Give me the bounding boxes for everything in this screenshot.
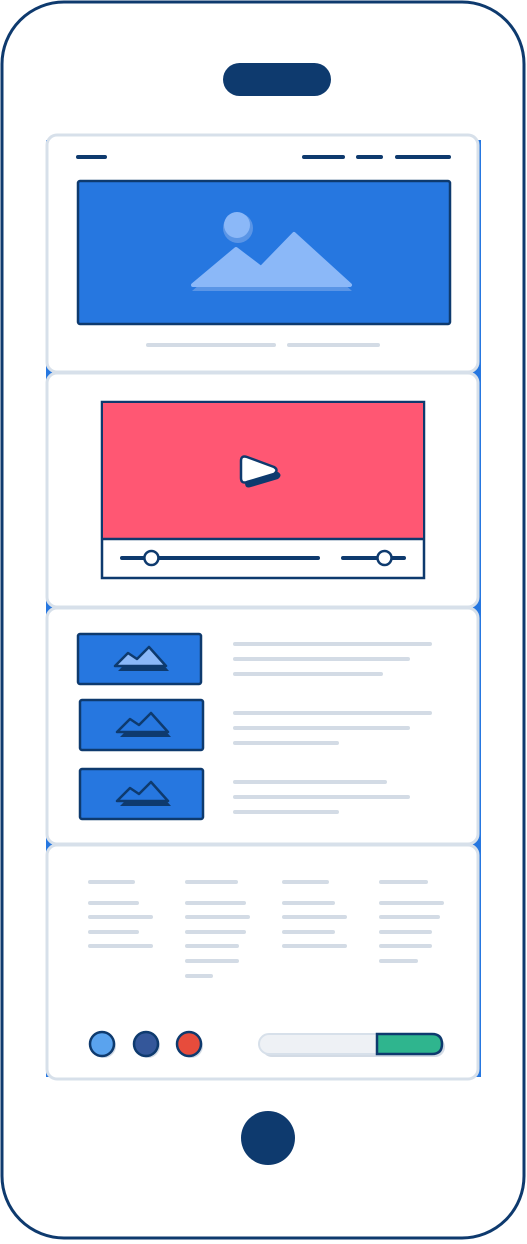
video-panel [45, 371, 480, 609]
hero-image [76, 179, 452, 326]
hero-panel [45, 133, 480, 374]
phone-mockup-illustration [0, 0, 526, 1240]
home-button-icon[interactable] [241, 1111, 295, 1165]
video-progress-handle[interactable] [143, 549, 160, 567]
speaker-icon [223, 63, 331, 96]
volume-handle[interactable] [376, 549, 393, 567]
dot-navy[interactable] [132, 1030, 160, 1058]
dot-light-blue[interactable] [88, 1030, 116, 1058]
dot-red[interactable] [175, 1030, 203, 1058]
article-list-panel [45, 606, 480, 846]
subscribe-button[interactable] [375, 1032, 444, 1056]
footer-panel [45, 843, 480, 1081]
